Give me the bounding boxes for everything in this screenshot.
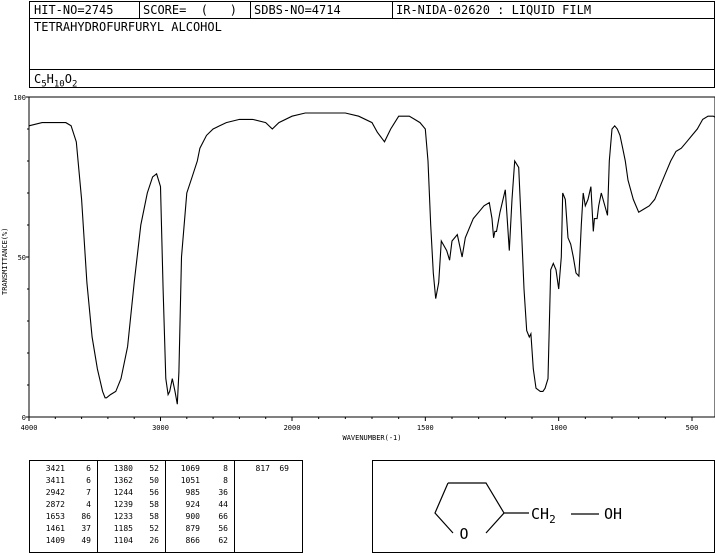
peak-wavenumber: 900 [185,512,200,521]
peak-wavenumber: 985 [185,488,200,497]
peak-wavenumber: 2942 [45,488,65,497]
plot-frame [28,96,715,418]
peak-transmittance: 8 [223,476,228,485]
peak-transmittance: 26 [149,536,159,545]
x-axis-label: WAVENUMBER(-1) [342,434,401,442]
peak-transmittance: 7 [86,488,91,497]
spectrum-line [28,112,715,405]
header-divider [250,2,251,18]
x-tick-label: 1000 [550,424,567,432]
x-tick-label: 4000 [21,424,38,432]
peak-wavenumber: 1104 [113,536,133,545]
peak-wavenumber: 3421 [45,464,65,473]
molecule-structure: O CH2 OH [434,482,622,543]
peak-wavenumber: 1653 [45,512,65,521]
compound-name: TETRAHYDROFURFURYL ALCOHOL [34,20,222,34]
x-axis: 4000 3000 2000 1500 1000 500 [21,417,699,432]
peak-wavenumber: 1380 [113,464,133,473]
peak-transmittance: 8 [223,464,228,473]
peak-wavenumber: 2872 [45,500,65,509]
formula-box: C5H10O2 [29,69,715,89]
peak-transmittance: 50 [149,476,159,485]
y-tick-label: 50 [18,254,26,262]
y-tick-label: 0 [22,414,26,422]
peak-table-column: 1380 52 1362 50 1244 56 1239 58 1233 58 1185 52 1104… [98,461,166,552]
sdbs-no: SDBS-NO=4714 [254,3,341,17]
score: SCORE= ( ) [143,3,237,17]
y-axis: 100 50 0 [13,94,29,422]
peak-transmittance: 6 [86,464,91,473]
peak-transmittance: 69 [279,464,289,473]
peak-wavenumber: 1461 [45,524,65,533]
peak-wavenumber: 1051 [180,476,200,485]
peak-table-column: 1069 8 1051 8 985 36 924 44 900 66 879 56 866 62 [165,461,235,552]
peak-transmittance: 6 [86,476,91,485]
hit-no: HIT-NO=2745 [34,3,114,17]
header-divider [139,2,140,18]
peak-wavenumber: 924 [185,500,200,509]
peak-wavenumber: 817 [255,464,270,473]
compound-name-box: TETRAHYDROFURFURYL ALCOHOL [29,18,715,70]
ir-spectrum-chart: 100500 4000 3000 2000 1500 1000 500 TRANSMITT… [1,94,715,442]
peak-transmittance: 4 [86,500,91,509]
peak-wavenumber: 3411 [45,476,65,485]
peak-table-column: 3421 6 3411 6 2942 7 2872 4 1653 86 1461 37 1409 49 [30,461,98,552]
peak-transmittance: 49 [81,536,91,545]
peak-transmittance: 44 [218,500,228,509]
peak-transmittance: 56 [149,488,159,497]
peak-wavenumber: 1244 [113,488,133,497]
peak-transmittance: 86 [81,512,91,521]
peak-wavenumber: 1239 [113,500,133,509]
x-tick-label: 3000 [152,424,169,432]
peak-transmittance: 56 [218,524,228,533]
y-tick-label: 100 [13,94,26,102]
peak-transmittance: 52 [149,524,159,533]
header-divider [392,2,393,18]
y-axis-label: TRANSMITTANCE(%) [1,228,9,295]
x-tick-label: 1500 [417,424,434,432]
ir-method: IR-NIDA-02620 : LIQUID FILM [396,3,592,17]
peak-wavenumber: 1069 [180,464,200,473]
peak-wavenumber: 866 [185,536,200,545]
ch2-group: CH2 [531,505,556,526]
peak-wavenumber: 1185 [113,524,133,533]
peak-wavenumber: 1233 [113,512,133,521]
peak-transmittance: 58 [149,500,159,509]
ring-oxygen: O [459,525,468,543]
header-bar: HIT-NO=2745 SCORE= ( ) SDBS-NO=4714 IR-N… [29,1,715,19]
thf-ring [434,482,505,534]
hydroxyl-group: OH [604,505,622,523]
structure-box: O CH2 OH [372,460,715,553]
x-tick-label: 2000 [284,424,301,432]
peak-transmittance: 52 [149,464,159,473]
peak-transmittance: 37 [81,524,91,533]
peak-transmittance: 36 [218,488,228,497]
peak-transmittance: 66 [218,512,228,521]
peak-wavenumber: 1362 [113,476,133,485]
peak-table-column: 817 69 [235,461,303,552]
x-tick-label: 500 [686,424,699,432]
peak-transmittance: 62 [218,536,228,545]
peak-wavenumber: 879 [185,524,200,533]
peak-wavenumber: 1409 [45,536,65,545]
peak-table: 3421 6 3411 6 2942 7 2872 4 1653 86 1461 37 1409 49 13… [29,460,303,553]
peak-transmittance: 58 [149,512,159,521]
